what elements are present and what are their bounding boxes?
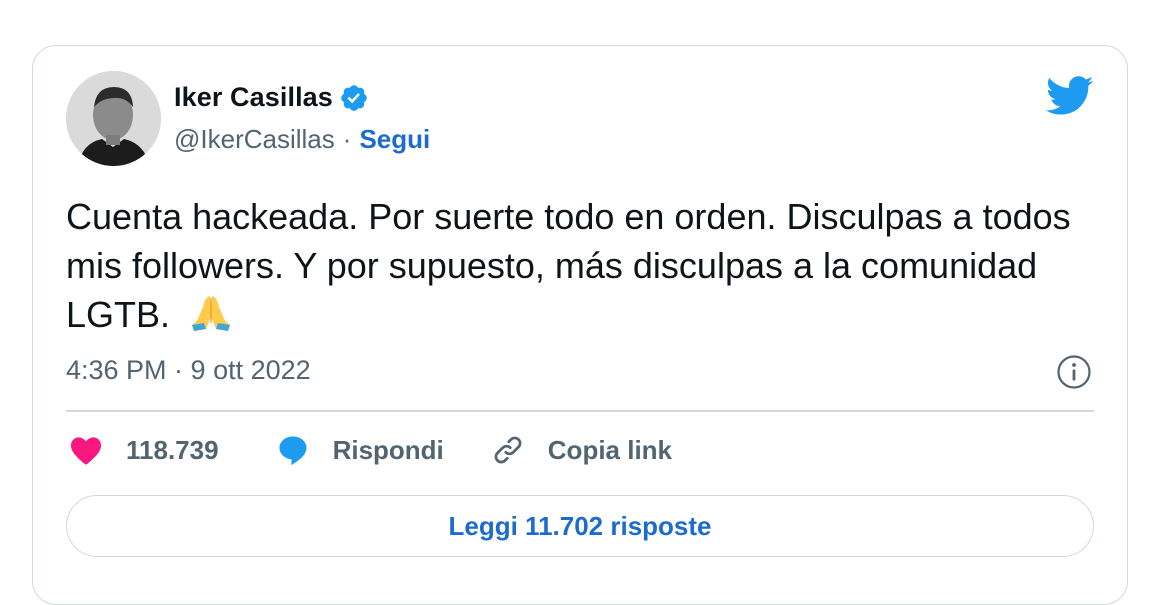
author-name[interactable]: Iker Casillas [174, 82, 333, 113]
copy-link-button[interactable]: Copia link [490, 432, 672, 468]
follow-button[interactable]: Segui [359, 124, 430, 155]
reply-label: Rispondi [332, 434, 444, 465]
like-button[interactable]: 118.739 [68, 432, 219, 468]
tweet-text: Cuenta hackeada. Por suerte todo en orde… [66, 192, 1106, 339]
twitter-bird-icon[interactable] [1046, 76, 1094, 116]
copy-link-label: Copia link [547, 434, 673, 465]
avatar[interactable] [66, 71, 161, 166]
like-count: 118.739 [126, 434, 219, 465]
link-icon [494, 436, 522, 464]
verified-badge-icon [341, 84, 367, 111]
reply-button[interactable]: Rispondi [275, 432, 444, 468]
reply-bubble-icon [279, 436, 307, 465]
tweet-card: Iker Casillas @IkerCasillas · Segui Cuen… [32, 45, 1128, 605]
folded-hands-icon [192, 296, 231, 331]
author-handle[interactable]: @IkerCasillas [174, 124, 335, 155]
read-replies-button[interactable]: Leggi 11.702 risposte [66, 495, 1094, 557]
handle-separator: · [342, 124, 352, 154]
heart-icon [71, 437, 101, 465]
info-icon[interactable] [1056, 354, 1092, 390]
tweet-timestamp[interactable]: 4:36 PM · 9 ott 2022 [66, 355, 311, 386]
read-replies-label: Leggi 11.702 risposte [448, 510, 712, 541]
divider [66, 410, 1094, 412]
tweet-actions: 118.739 Rispondi Copia link [68, 432, 672, 468]
